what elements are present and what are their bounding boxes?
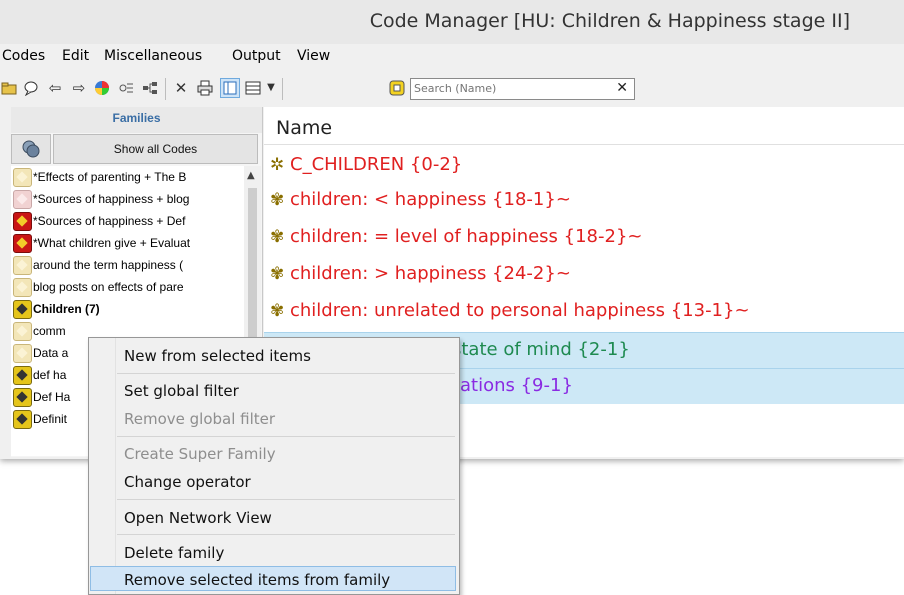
family-item[interactable]: *Effects of parenting + The B [11,166,244,188]
family-icon [13,234,32,253]
menu-bar: Codes Edit Miscellaneous Output View [0,44,904,68]
family-icon [13,388,32,407]
menu-item-new-from-selected[interactable]: New from selected items [124,344,311,368]
code-icon: ✲ [270,155,285,175]
menu-item-open-network-view[interactable]: Open Network View [124,506,272,530]
family-item[interactable]: *Sources of happiness + blog [11,188,244,210]
search-field[interactable]: ✕ [410,78,635,100]
code-name: C_CHILDREN {0-2} [290,154,463,175]
menu-separator [117,534,455,535]
family-item[interactable]: blog posts on effects of pare [11,276,244,298]
code-icon: ✾ [270,227,285,247]
print-icon[interactable] [196,79,214,97]
toolbar-separator [165,78,166,100]
title-bar[interactable]: Code Manager [HU: Children & Happiness s… [0,0,904,44]
arrow-right-icon[interactable]: ⇨ [70,79,88,97]
menu-item-delete-family[interactable]: Delete family [124,541,224,565]
family-icon [13,322,32,341]
menu-miscellaneous[interactable]: Miscellaneous [104,48,202,64]
code-name: children: = level of happiness {18-2}~ [290,226,643,247]
family-item[interactable]: *Sources of happiness + Def [11,210,244,232]
toolbar-separator [282,78,283,100]
menu-separator [117,373,455,374]
search-code-icon[interactable] [388,79,406,97]
code-icon: ✾ [270,264,285,284]
menu-separator [117,436,455,437]
show-all-codes-button[interactable]: Show all Codes [53,134,258,164]
menu-separator [117,499,455,500]
code-name: children: unrelated to personal happines… [290,300,750,321]
menu-item-remove-global-filter[interactable]: Remove global filter [124,407,275,431]
menu-item-remove-selected-from-family[interactable]: Remove selected items from family [124,568,390,592]
family-icon [13,256,32,275]
families-toolbar: Show all Codes [11,134,262,164]
clear-search-icon[interactable]: ✕ [616,80,628,96]
menu-item-set-global-filter[interactable]: Set global filter [124,379,239,403]
new-code-icon[interactable] [0,79,18,97]
family-item[interactable]: *What children give + Evaluat [11,232,244,254]
arrow-left-icon[interactable]: ⇦ [46,79,64,97]
family-icon [13,344,32,363]
scroll-up-icon[interactable]: ▲ [247,170,255,181]
code-icon: ✾ [270,190,285,210]
code-name: ations {9-1} [460,375,573,396]
view-details-icon[interactable] [244,79,262,97]
family-item[interactable]: around the term happiness ( [11,254,244,276]
family-item-children[interactable]: Children (7) [11,298,244,320]
code-icon: ✾ [270,301,285,321]
tree-icon[interactable] [141,79,159,97]
family-icon [13,278,32,297]
code-name: children: < happiness {18-1}~ [290,189,571,210]
code-name: children: > happiness {24-2}~ [290,263,571,284]
color-wheel-icon[interactable] [93,79,111,97]
menu-codes[interactable]: Codes [2,48,45,64]
family-icon [13,300,32,319]
code-row[interactable]: ✾ children: unrelated to personal happin… [264,294,904,329]
families-header: Families [11,107,262,133]
family-icon [13,410,32,429]
family-icon [13,168,32,187]
code-name: state of mind {2-1} [452,339,630,360]
menu-item-change-operator[interactable]: Change operator [124,470,251,494]
menu-gutter [115,338,116,594]
code-row[interactable]: ✲ C_CHILDREN {0-2} [264,148,904,183]
search-input[interactable] [414,80,604,96]
families-toggle-button[interactable] [11,134,51,164]
filter-icon[interactable] [117,79,135,97]
chevron-down-icon[interactable]: ▼ [262,79,280,97]
delete-icon[interactable]: ✕ [172,79,190,97]
family-icon [13,212,32,231]
code-row[interactable]: ✾ children: > happiness {24-2}~ [264,257,904,292]
code-row[interactable]: ✾ children: = level of happiness {18-2}~ [264,220,904,255]
comment-icon[interactable] [22,79,40,97]
menu-edit[interactable]: Edit [62,48,89,64]
family-icon [13,366,32,385]
family-icon [13,190,32,209]
code-row[interactable]: ✾ children: < happiness {18-1}~ [264,183,904,218]
menu-output[interactable]: Output [232,48,281,64]
menu-view[interactable]: View [297,48,330,64]
window-title: Code Manager [HU: Children & Happiness s… [369,10,850,32]
menu-item-create-super-family[interactable]: Create Super Family [124,442,276,466]
name-column-header[interactable]: Name [264,107,904,145]
context-menu: New from selected items Set global filte… [88,337,460,595]
layout-pane-icon[interactable] [220,78,240,98]
families-icon [22,140,40,158]
